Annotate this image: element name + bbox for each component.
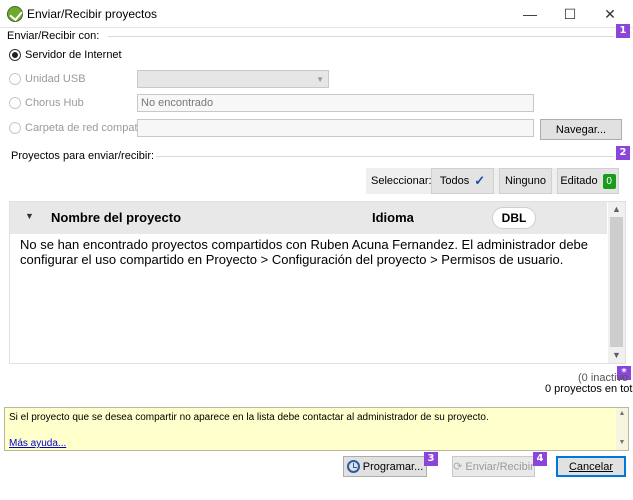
scroll-up-icon[interactable]: ▲ (616, 410, 628, 417)
minimize-button[interactable]: — (510, 0, 550, 28)
group-divider (156, 156, 614, 157)
edited-count-badge: 0 (602, 173, 616, 189)
select-none-button[interactable]: Ninguno (499, 168, 552, 194)
chorus-hub-field: No encontrado (137, 94, 534, 112)
column-language[interactable]: Idioma (372, 210, 414, 225)
sort-down-icon[interactable]: ▼ (25, 211, 34, 221)
annotation-badge-3: 3 (424, 452, 438, 466)
info-scrollbar[interactable]: ▲ ▼ (616, 408, 628, 450)
network-folder-field[interactable] (137, 119, 534, 137)
scroll-down-icon[interactable]: ▼ (608, 348, 625, 363)
app-check-icon (7, 6, 23, 22)
checkmark-icon: ✓ (474, 173, 486, 188)
send-receive-heading: Enviar/Recibir con: (7, 30, 100, 42)
usb-drive-select[interactable]: ▼ (137, 70, 329, 88)
radio-usb-drive[interactable] (9, 73, 21, 85)
project-list: ▼ Nombre del proyecto Idioma DBL No se h… (9, 201, 626, 364)
window-title: Enviar/Recibir proyectos (27, 7, 158, 21)
radio-network-folder-label[interactable]: Carpeta de red compatida (25, 122, 152, 134)
schedule-button[interactable]: Programar... (343, 456, 427, 477)
no-projects-message: No se han encontrado proyectos compartid… (20, 237, 589, 267)
info-panel: Si el proyecto que se desea compartir no… (4, 407, 629, 451)
select-label: Seleccionar: (371, 175, 432, 187)
total-projects: 0 proyectos en total (545, 383, 633, 395)
sync-icon: ⟳ (453, 461, 463, 473)
radio-internet-server[interactable] (9, 49, 21, 61)
radio-usb-drive-label[interactable]: Unidad USB (25, 73, 86, 85)
title-bar: Enviar/Recibir proyectos — ☐ ✕ (0, 0, 633, 28)
clock-icon (346, 460, 360, 473)
radio-chorus-hub[interactable] (9, 97, 21, 109)
column-dbl[interactable]: DBL (492, 207, 536, 229)
annotation-badge-1: 1 (616, 24, 630, 38)
annotation-badge-4: 4 (533, 452, 547, 466)
cancel-button[interactable]: Cancelar (556, 456, 626, 477)
column-project-name[interactable]: Nombre del proyecto (51, 210, 181, 225)
send-receive-label: Enviar/Recibir (465, 460, 534, 473)
maximize-button[interactable]: ☐ (550, 0, 590, 28)
radio-chorus-hub-label[interactable]: Chorus Hub (25, 97, 84, 109)
scroll-up-icon[interactable]: ▲ (608, 202, 625, 217)
radio-internet-server-label[interactable]: Servidor de Internet (25, 49, 122, 61)
scrollbar-thumb[interactable] (610, 217, 623, 347)
select-all-button[interactable]: Todos ✓ (431, 168, 494, 194)
scroll-down-icon[interactable]: ▼ (616, 439, 628, 446)
select-edited-button[interactable]: Editado 0 (557, 168, 619, 194)
projects-heading: Proyectos para enviar/recibir: (11, 150, 155, 162)
list-header: ▼ Nombre del proyecto Idioma DBL (10, 202, 607, 234)
group-divider (108, 36, 614, 37)
schedule-label: Programar... (362, 460, 424, 473)
chevron-down-icon: ▼ (316, 75, 324, 84)
select-edited-label: Editado (560, 175, 598, 187)
select-all-label: Todos (439, 175, 470, 187)
info-text: Si el proyecto que se desea compartir no… (9, 412, 489, 423)
send-receive-button[interactable]: ⟳ Enviar/Recibir (452, 456, 535, 477)
radio-network-folder[interactable] (9, 122, 21, 134)
browse-button[interactable]: Navegar... (540, 119, 622, 140)
annotation-badge-2: 2 (616, 146, 630, 160)
list-scrollbar[interactable]: ▲ ▼ (608, 202, 625, 363)
more-help-link[interactable]: Más ayuda... (9, 438, 66, 449)
